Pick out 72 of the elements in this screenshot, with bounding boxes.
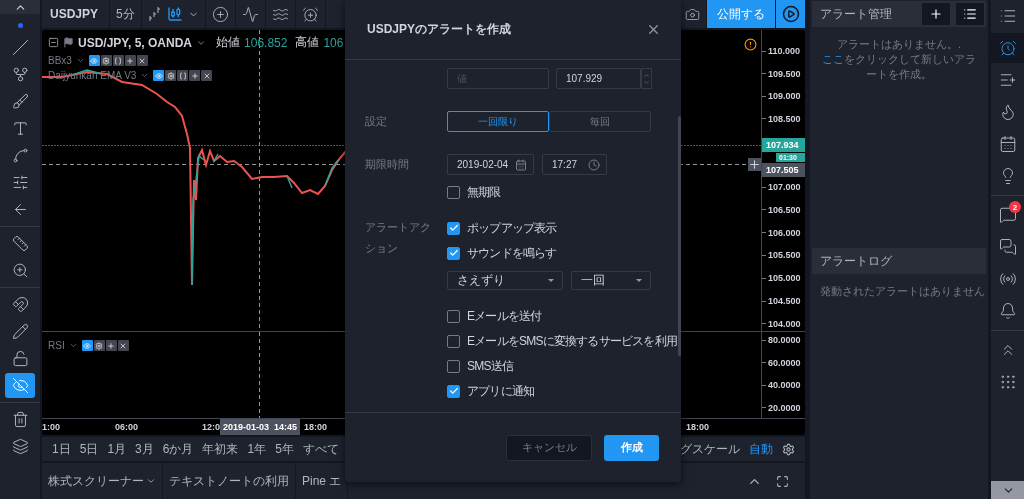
rsi-tick: 40.0000 xyxy=(768,380,801,391)
time-tick: 12:0 xyxy=(202,422,220,432)
price-tick: 106.000 xyxy=(768,227,801,238)
high-label: 高値 xyxy=(295,34,320,51)
date-field[interactable]: 2019-02-04 xyxy=(447,154,534,175)
notification-badge: 2 xyxy=(1009,201,1021,213)
checkbox-label: アプリに通知 xyxy=(467,382,535,400)
range-button[interactable]: 年初来 xyxy=(202,440,239,458)
open-label: 始値 xyxy=(216,34,241,51)
indicator-name[interactable]: RSI xyxy=(48,340,65,351)
time-tick: 18:00 xyxy=(686,422,710,432)
panel-title: アラート管理 xyxy=(820,5,893,23)
checkbox-label: EメールをSMSに変換するサービスを利用 xyxy=(467,332,677,350)
panel-title: アラートログ xyxy=(820,252,893,270)
price-tick: 109.500 xyxy=(768,68,801,79)
bottom-tab[interactable]: テキストノートの利用 xyxy=(163,463,296,499)
crosshair-time-label: 2019-01-03 14:45 xyxy=(220,419,301,435)
checkbox-label: SMS送信 xyxy=(467,357,513,375)
frequency-tab[interactable]: 一回限り xyxy=(447,111,549,132)
range-button[interactable]: 1年 xyxy=(247,440,267,458)
price-tick: 105.000 xyxy=(768,273,801,284)
auto-scale-button[interactable]: 自動 xyxy=(749,440,773,458)
dialog-title: USDJPYのアラートを作成 xyxy=(367,21,513,38)
time-tick: 1:00 xyxy=(42,422,60,432)
price-tick: 108.500 xyxy=(768,113,801,124)
checkbox-label: Eメールを送付 xyxy=(467,307,542,325)
repeat-select[interactable]: 一回 xyxy=(571,271,651,290)
range-button[interactable]: すべて xyxy=(302,440,339,458)
field-label: 期限時間 xyxy=(365,156,410,172)
frequency-tab[interactable]: 毎回 xyxy=(549,111,651,132)
time-tick: 18:00 xyxy=(304,422,328,432)
last-price-label: 107.934 xyxy=(762,138,805,152)
high-value: 106 xyxy=(323,35,344,50)
create-alert-link[interactable]: ここ xyxy=(822,52,844,65)
range-button[interactable]: 1日 xyxy=(52,440,71,458)
field-label: 設定 xyxy=(365,113,388,129)
symbol-button[interactable]: USDJPY xyxy=(42,0,110,28)
price-field[interactable]: 107.929 xyxy=(556,68,641,89)
rsi-tick: 20.0000 xyxy=(768,402,801,413)
symbol-title[interactable]: USD/JPY, 5, OANDA xyxy=(78,35,193,50)
bottom-tab[interactable]: 株式スクリーナー xyxy=(42,463,163,499)
range-button[interactable]: 5年 xyxy=(275,440,294,458)
sound-select[interactable]: さえずり xyxy=(447,271,563,290)
range-button[interactable]: 5日 xyxy=(79,440,99,458)
sidebar-button[interactable]: 2 xyxy=(991,200,1024,230)
checkbox-label: ポップアップ表示 xyxy=(467,219,557,237)
field-label: アラートアクション xyxy=(365,220,432,256)
range-button[interactable]: 3月 xyxy=(135,440,154,458)
price-tick: 110.000 xyxy=(768,46,801,56)
indicator-name[interactable]: BBx3 xyxy=(48,55,72,66)
interval-button[interactable]: 5分 xyxy=(110,0,142,28)
cancel-button[interactable]: キャンセル xyxy=(506,434,592,461)
empty-log-text: 発動されたアラートはありません xyxy=(819,284,986,299)
time-field[interactable]: 17:27 xyxy=(542,154,607,175)
range-button[interactable]: 1月 xyxy=(107,440,127,458)
log-scale-button[interactable]: グスケール xyxy=(680,440,740,458)
range-button[interactable]: 6か月 xyxy=(162,440,194,458)
price-tick: 104.500 xyxy=(768,296,801,307)
crosshair-price-label: 107.505 xyxy=(762,163,805,177)
rsi-tick: 60.0000 xyxy=(768,357,801,368)
price-tick: 104.000 xyxy=(768,318,801,329)
rsi-tick: 80.0000 xyxy=(768,335,801,345)
create-alert-hint: ここ をクリックして新しいアラートを作成。 xyxy=(821,51,977,82)
checkbox-label: 無期限 xyxy=(467,183,501,201)
price-tick: 105.500 xyxy=(768,250,801,261)
price-tick: 109.000 xyxy=(768,91,801,102)
price-tick: 106.500 xyxy=(768,204,801,215)
open-value: 106.852 xyxy=(244,35,288,50)
checkbox-label: サウンドを鳴らす xyxy=(467,244,557,262)
empty-alerts-text: アラートはありません。. xyxy=(835,37,963,52)
price-tick: 107.000 xyxy=(768,182,801,192)
time-tick: 06:00 xyxy=(115,422,139,432)
